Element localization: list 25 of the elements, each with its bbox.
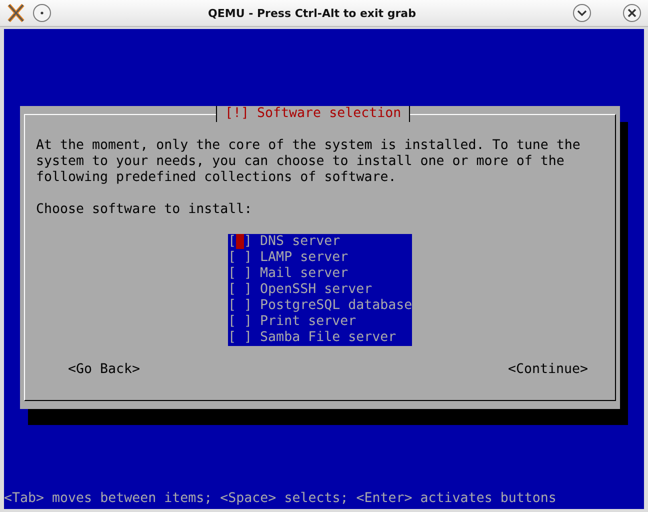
list-item[interactable]: Mail server [260,266,348,282]
checkbox[interactable]: [ ] [228,314,252,330]
status-hint: <Tab> moves between items; <Space> selects; <Enter> activates buttons [4,491,558,507]
checkbox[interactable]: [ ] [228,330,252,346]
checkbox[interactable]: [ ] [228,250,252,266]
list-item[interactable]: OpenSSH server [260,282,372,298]
prompt-text: Choose software to install: [36,202,254,218]
close-icon[interactable] [622,3,642,23]
pin-button-icon[interactable] [32,3,52,23]
dialog-button[interactable]: <Continue> [508,362,588,378]
list-item[interactable]: DNS server [260,234,340,250]
dialog-title: [!] Software selection [216,106,410,122]
dialog-button[interactable]: <Go Back> [68,362,140,378]
list-item[interactable]: Print server [260,314,356,330]
message-text: At the moment, only the core of the system is installed. To tune the system to your needs, you can choose to install one or more of the following predefined collections of software. [36,138,582,186]
checkbox[interactable]: [ ] [228,266,252,282]
x-logo-icon[interactable] [6,3,26,23]
list-item[interactable]: Samba File server [260,330,396,346]
checkbox[interactable]: [ ] [228,298,252,314]
list-item[interactable]: PostgreSQL database [260,298,412,314]
checkbox[interactable]: [ ] [228,234,252,250]
list-item[interactable]: LAMP server [260,250,348,266]
window-title: QEMU - Press Ctrl-Alt to exit grab [207,6,417,20]
chevron-down-icon[interactable] [572,3,592,23]
checkbox[interactable]: [ ] [228,282,252,298]
